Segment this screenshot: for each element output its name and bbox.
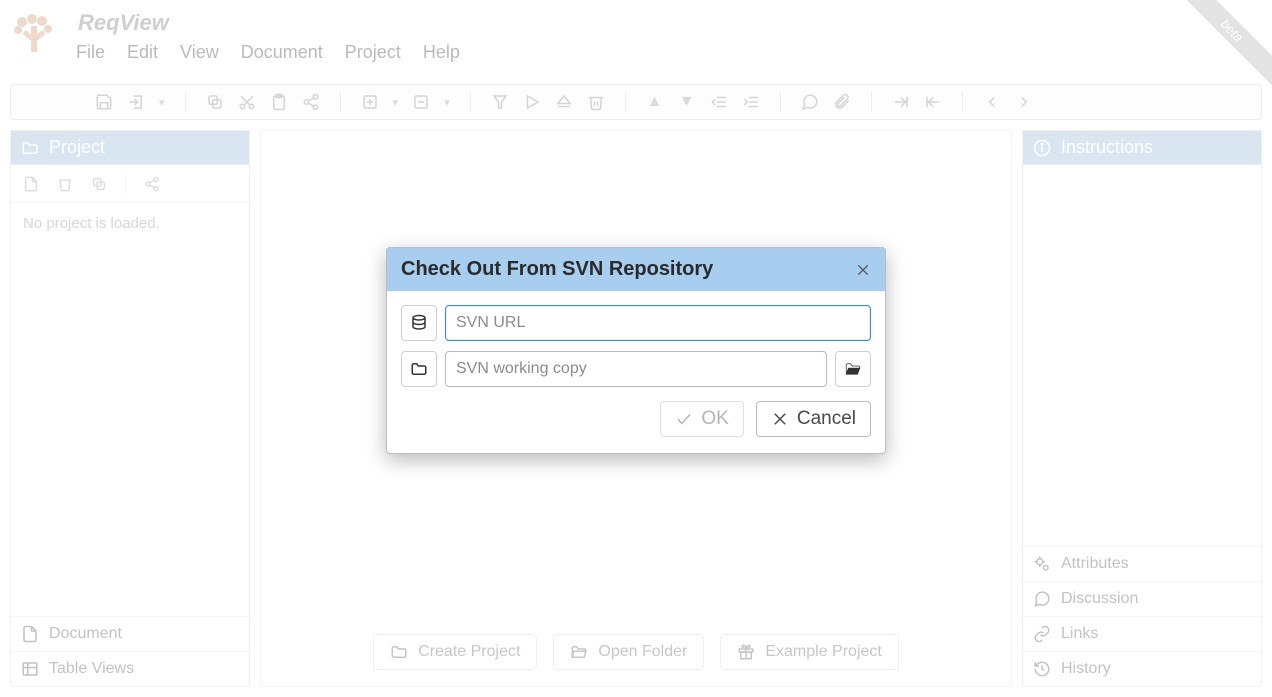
svn-checkout-dialog: Check Out From SVN Repository bbox=[386, 247, 886, 454]
dialog-close-button[interactable] bbox=[855, 262, 871, 278]
dialog-title: Check Out From SVN Repository bbox=[401, 258, 713, 281]
folder-icon bbox=[401, 351, 437, 387]
cancel-button[interactable]: Cancel bbox=[756, 401, 871, 437]
browse-folder-button[interactable] bbox=[835, 351, 871, 387]
close-icon bbox=[855, 262, 871, 278]
working-copy-input[interactable] bbox=[445, 351, 827, 387]
svn-url-input[interactable] bbox=[445, 305, 871, 341]
cancel-button-label: Cancel bbox=[797, 408, 856, 430]
modal-overlay: Check Out From SVN Repository bbox=[0, 0, 1272, 697]
ok-button[interactable]: OK bbox=[660, 401, 743, 437]
check-icon bbox=[675, 410, 693, 428]
database-icon bbox=[401, 305, 437, 341]
folder-open-icon bbox=[844, 360, 862, 378]
close-icon bbox=[771, 410, 789, 428]
ok-button-label: OK bbox=[701, 408, 728, 430]
